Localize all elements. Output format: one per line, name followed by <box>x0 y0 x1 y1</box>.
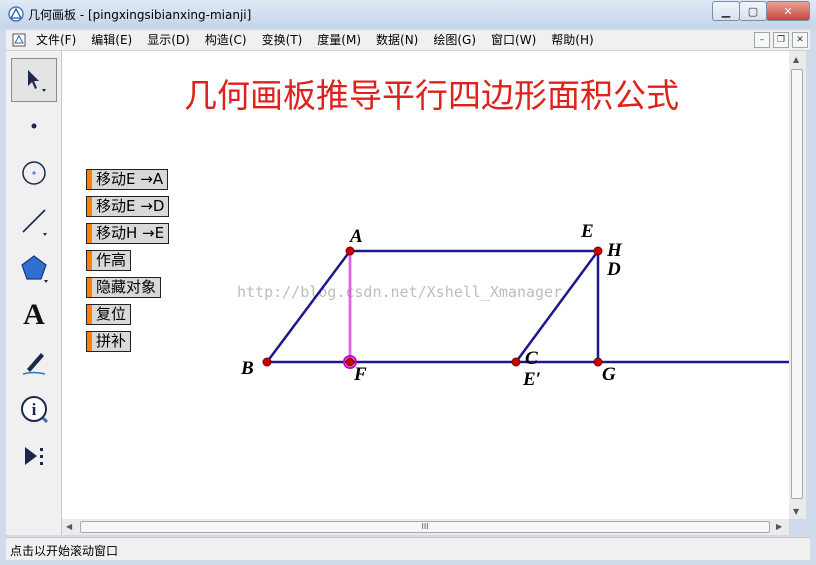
point-h[interactable] <box>593 246 603 256</box>
menu-data[interactable]: 数据(N) <box>376 32 418 48</box>
point-icon <box>31 123 37 129</box>
doc-close-button[interactable]: ✕ <box>792 32 808 48</box>
straightedge-tool[interactable] <box>11 199 57 243</box>
status-text: 点击以开始滚动窗口 <box>10 544 119 558</box>
segment-ab[interactable] <box>265 250 352 363</box>
label-a: A <box>350 226 363 247</box>
menu-window[interactable]: 窗口(W) <box>491 32 536 48</box>
scroll-right-icon[interactable]: ▶ <box>776 522 782 531</box>
marker-tool[interactable] <box>11 340 57 384</box>
scroll-up-icon[interactable]: ▲ <box>793 55 799 64</box>
menu-display[interactable]: 显示(D) <box>147 32 190 48</box>
point-tool[interactable] <box>11 104 57 148</box>
compass-tool[interactable] <box>11 151 57 195</box>
maximize-button[interactable]: ▢ <box>739 1 767 21</box>
minimize-button[interactable]: ▁ <box>712 1 740 21</box>
label-c: C <box>525 348 538 369</box>
information-icon: i <box>21 396 49 424</box>
text-tool[interactable]: A <box>11 293 57 337</box>
menu-measure[interactable]: 度量(M) <box>317 32 361 48</box>
window-title: 几何画板 - [pingxingsibianxing-mianji] <box>28 8 252 22</box>
toolbox: A i <box>6 51 62 535</box>
app-icon <box>8 6 24 22</box>
point-a[interactable] <box>345 246 355 256</box>
label-e-prime: E′ <box>523 369 542 390</box>
menu-graph[interactable]: 绘图(G) <box>433 32 476 48</box>
information-tool[interactable]: i <box>11 387 57 431</box>
menu-construct[interactable]: 构造(C) <box>205 32 247 48</box>
point-g[interactable] <box>593 357 603 367</box>
point-f[interactable] <box>345 357 355 367</box>
vertical-scrollbar[interactable]: ▲ ▼ <box>789 51 806 519</box>
doc-restore-button[interactable]: ❐ <box>773 32 789 48</box>
horizontal-scrollbar[interactable]: ◀ III ▶ <box>62 519 789 535</box>
custom-tool-icon <box>25 447 43 465</box>
marker-icon <box>22 353 46 375</box>
polygon-icon <box>21 255 48 283</box>
arrow-tool[interactable] <box>11 58 57 102</box>
label-g: G <box>602 364 616 385</box>
doc-minimize-button[interactable]: – <box>754 32 770 48</box>
horizontal-scroll-thumb[interactable]: III <box>80 521 770 533</box>
menu-help[interactable]: 帮助(H) <box>551 32 593 48</box>
custom-tool[interactable] <box>11 434 57 478</box>
scroll-left-icon[interactable]: ◀ <box>66 522 72 531</box>
segment-ec[interactable] <box>514 250 600 363</box>
vertical-scroll-thumb[interactable] <box>791 69 803 499</box>
compass-icon <box>22 161 46 185</box>
menu-edit[interactable]: 编辑(E) <box>91 32 132 48</box>
text-icon: A <box>23 298 45 331</box>
geometry-figure <box>262 246 789 369</box>
arrow-select-icon <box>28 70 46 92</box>
sketch-canvas[interactable]: 几何画板推导平行四边形面积公式 http://blog.csdn.net/Xsh… <box>62 51 789 519</box>
straightedge-icon <box>22 209 47 236</box>
point-c[interactable] <box>511 357 521 367</box>
label-e: E <box>581 221 594 242</box>
menu-bar: 文件(F) 编辑(E) 显示(D) 构造(C) 变换(T) 度量(M) 数据(N… <box>6 30 810 51</box>
label-d: D <box>607 259 621 280</box>
menu-file[interactable]: 文件(F) <box>36 32 76 48</box>
point-b[interactable] <box>262 357 272 367</box>
scroll-down-icon[interactable]: ▼ <box>793 507 799 516</box>
label-b: B <box>241 358 254 379</box>
window-titlebar[interactable]: 几何画板 - [pingxingsibianxing-mianji] ▁ ▢ ✕ <box>0 0 816 28</box>
status-bar: 点击以开始滚动窗口 <box>6 537 810 560</box>
document-icon[interactable] <box>12 33 26 47</box>
label-f: F <box>354 364 367 385</box>
svg-text:i: i <box>32 400 37 419</box>
menu-transform[interactable]: 变换(T) <box>262 32 303 48</box>
polygon-tool[interactable] <box>11 246 57 290</box>
close-button[interactable]: ✕ <box>766 1 810 21</box>
